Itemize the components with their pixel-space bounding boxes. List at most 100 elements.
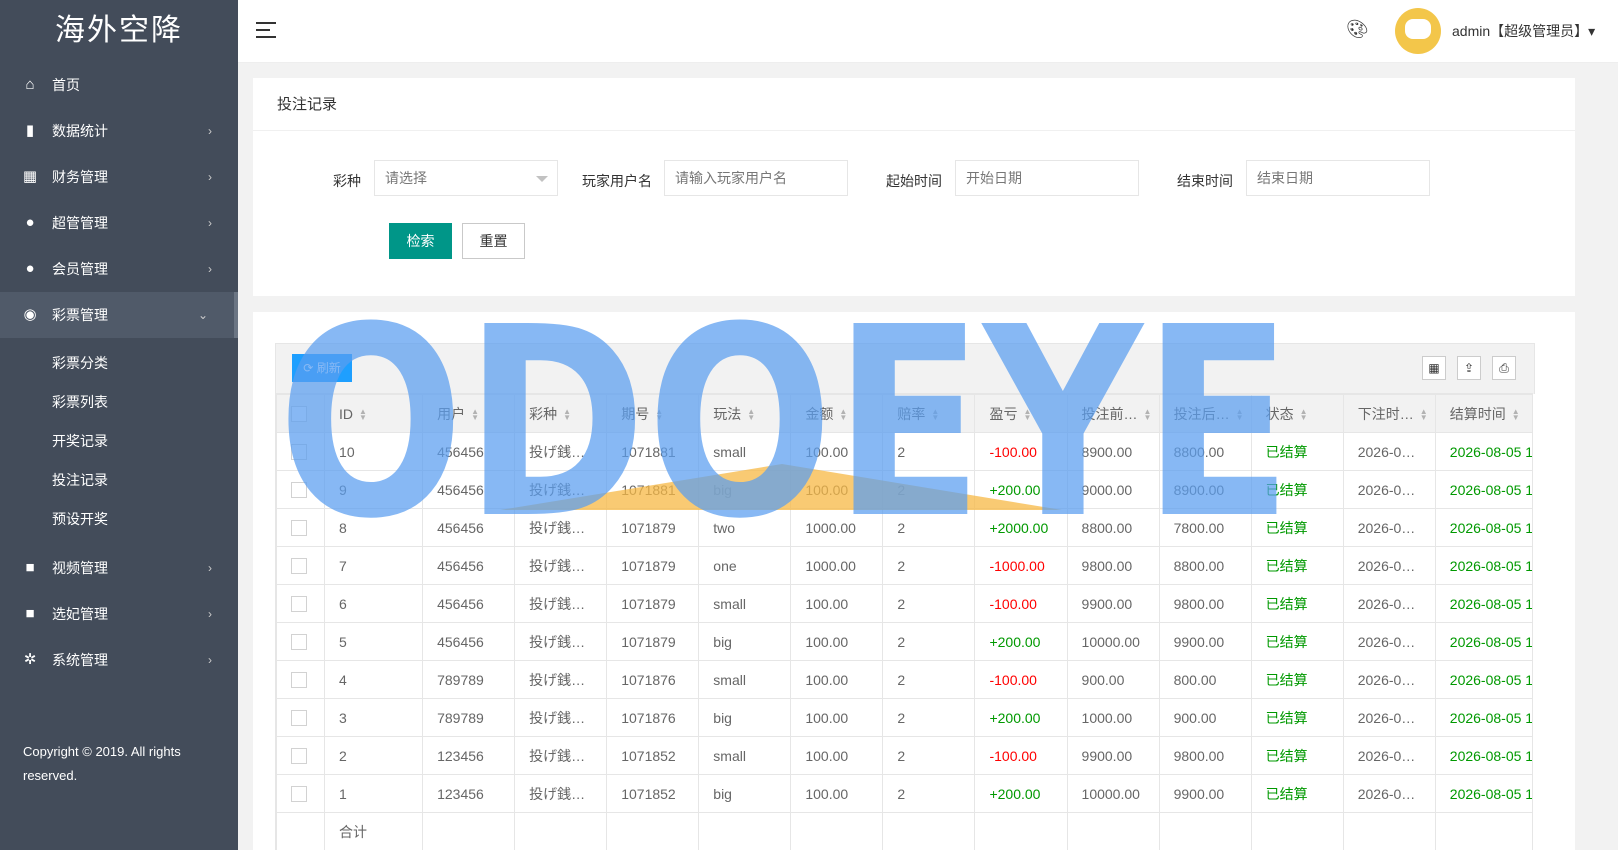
cell-lottery: 投げ銭… — [514, 698, 608, 737]
submenu-item[interactable]: 彩票分类 — [0, 344, 238, 383]
chevron-icon: › — [208, 607, 212, 621]
row-checkbox[interactable] — [276, 508, 326, 547]
table-row[interactable]: 9 456456 投げ銭… 1071881 big 100.00 2 +200.00 9000.… — [276, 470, 1532, 509]
sidebar-item-b0[interactable]: ■ 视频管理 › — [0, 545, 238, 591]
cell-after: 9800.00 — [1158, 736, 1252, 775]
cell-status: 已结算 — [1250, 736, 1344, 775]
column-header[interactable]: 投注前… ▲ ▼ — [1066, 394, 1160, 433]
sidebar: 海外空降 ⌂ 首页 ▮ 数据统计 › ▦ 财务管理 › ● 超管管理 › ● 会员管理 › ◉ 彩票管理 ⌄ 彩… — [0, 0, 238, 850]
columns-icon[interactable]: ▦ — [1422, 356, 1446, 380]
row-checkbox[interactable] — [276, 432, 326, 471]
table-row[interactable]: 3 789789 投げ銭… 1071876 big 100.00 2 +200.00 1000.… — [276, 698, 1532, 737]
column-header[interactable]: 玩法 ▲ ▼ — [698, 394, 792, 433]
submenu-item[interactable]: 彩票列表 — [0, 383, 238, 422]
row-checkbox[interactable] — [276, 546, 326, 585]
lottery-select[interactable]: 请选择 — [374, 160, 558, 196]
column-header-label: 赔率 — [897, 405, 926, 422]
row-checkbox[interactable] — [276, 698, 326, 737]
chevron-icon: › — [208, 124, 212, 138]
select-all-checkbox[interactable] — [276, 394, 326, 433]
sort-icon[interactable]: ▲ ▼ — [931, 407, 939, 421]
cell-amount: 100.00 — [790, 470, 884, 509]
sort-icon[interactable]: ▲ ▼ — [359, 407, 367, 421]
sidebar-item-a4[interactable]: ● 会员管理 › — [0, 246, 238, 292]
column-header[interactable]: 状态 ▲ ▼ — [1250, 394, 1344, 433]
start-date-input[interactable]: 开始日期 — [955, 160, 1139, 196]
column-header[interactable]: 下注时… ▲ ▼ — [1342, 394, 1436, 433]
column-header[interactable]: 彩种 ▲ ▼ — [514, 394, 608, 433]
submenu-item[interactable]: 预设开奖 — [0, 500, 238, 539]
column-header[interactable]: ID ▲ ▼ — [324, 394, 424, 433]
sort-icon[interactable]: ▲ ▼ — [1236, 407, 1244, 421]
column-header[interactable]: 金额 ▲ ▼ — [790, 394, 884, 433]
row-checkbox[interactable] — [276, 660, 326, 699]
cell-after: 9900.00 — [1158, 622, 1252, 661]
submenu-item[interactable]: 投注记录 — [0, 461, 238, 500]
column-header[interactable]: 盈亏 ▲ ▼ — [974, 394, 1068, 433]
row-checkbox[interactable] — [276, 622, 326, 661]
sort-icon[interactable]: ▲ ▼ — [1023, 407, 1031, 421]
cell-before: 8900.00 — [1066, 432, 1160, 471]
lottery-select-value: 请选择 — [385, 170, 427, 186]
sort-icon[interactable]: ▲ ▼ — [471, 407, 479, 421]
cell-play: one — [698, 546, 792, 585]
table-row[interactable]: 6 456456 投げ銭… 1071879 small 100.00 2 -100.00 990… — [276, 584, 1532, 623]
table-row[interactable]: 4 789789 投げ銭… 1071876 small 100.00 2 -100.00 900… — [276, 660, 1532, 699]
user-menu[interactable]: admin【超级管理员】▾ — [1452, 21, 1595, 41]
table-row[interactable]: 1 123456 投げ銭… 1071852 big 100.00 2 +200.00 10000… — [276, 774, 1532, 813]
sidebar-item-a1[interactable]: ▮ 数据统计 › — [0, 108, 238, 154]
cell-amount: 100.00 — [790, 584, 884, 623]
cell-profit: +2000.00 — [974, 508, 1068, 547]
cell-issue: 1071852 — [606, 736, 700, 775]
sidebar-item-a2[interactable]: ▦ 财务管理 › — [0, 154, 238, 200]
table-row[interactable]: 10 456456 投げ銭… 1071881 small 100.00 2 -100.00 89… — [276, 432, 1532, 471]
table-row[interactable]: 2 123456 投げ銭… 1071852 small 100.00 2 -100.00 990… — [276, 736, 1532, 775]
sort-icon[interactable]: ▲ ▼ — [839, 407, 847, 421]
row-checkbox[interactable] — [276, 470, 326, 509]
search-button[interactable]: 检索 — [389, 223, 452, 259]
column-header[interactable]: 用户 ▲ ▼ — [422, 394, 516, 433]
cell-status: 已结算 — [1250, 508, 1344, 547]
search-card: 投注记录 彩种 请选择 玩家用户名 请输入玩家用户名 起始时间 开始日期 结束时… — [253, 78, 1575, 296]
sidebar-item-a3[interactable]: ● 超管管理 › — [0, 200, 238, 246]
column-header[interactable]: 赔率 ▲ ▼ — [882, 394, 976, 433]
refresh-button[interactable]: ⟳ 刷新 — [292, 354, 352, 382]
table-row[interactable]: 7 456456 投げ銭… 1071879 one 1000.00 2 -1000.00 980… — [276, 546, 1532, 585]
table-row[interactable]: 5 456456 投げ銭… 1071879 big 100.00 2 +200.00 10000… — [276, 622, 1532, 661]
sidebar-item-b1[interactable]: ■ 选妃管理 › — [0, 591, 238, 637]
sidebar-item-a0[interactable]: ⌂ 首页 — [0, 62, 238, 108]
submenu-item[interactable]: 开奖记录 — [0, 422, 238, 461]
row-checkbox[interactable] — [276, 774, 326, 813]
print-icon[interactable]: ⎙ — [1492, 356, 1516, 380]
player-input[interactable]: 请输入玩家用户名 — [664, 160, 848, 196]
column-header[interactable]: 期号 ▲ ▼ — [606, 394, 700, 433]
sidebar-item-a5[interactable]: ◉ 彩票管理 ⌄ — [0, 292, 238, 338]
cell-profit: -100.00 — [974, 660, 1068, 699]
table-row[interactable]: 8 456456 投げ銭… 1071879 two 1000.00 2 +2000.00 880… — [276, 508, 1532, 547]
sort-icon[interactable]: ▲ ▼ — [655, 407, 663, 421]
sort-icon[interactable]: ▲ ▼ — [1512, 407, 1520, 421]
end-date-input[interactable]: 结束日期 — [1246, 160, 1430, 196]
reset-button[interactable]: 重置 — [462, 223, 525, 259]
sort-icon[interactable]: ▲ ▼ — [747, 407, 755, 421]
cell-profit: -100.00 — [974, 736, 1068, 775]
cell-id: 1 — [324, 774, 424, 813]
export-icon[interactable]: ⇪ — [1457, 356, 1481, 380]
column-header[interactable]: 投注后… ▲ ▼ — [1158, 394, 1252, 433]
cell-issue: 1071876 — [606, 698, 700, 737]
palette-icon[interactable]: 🎨︎ — [1346, 19, 1369, 40]
sort-icon[interactable]: ▲ ▼ — [1420, 407, 1428, 421]
menu-toggle-icon[interactable] — [256, 22, 276, 43]
cell-issue: 1071879 — [606, 622, 700, 661]
sort-icon[interactable]: ▲ ▼ — [563, 407, 571, 421]
row-checkbox[interactable] — [276, 584, 326, 623]
sidebar-item-b2[interactable]: ✲ 系统管理 › — [0, 637, 238, 683]
row-checkbox[interactable] — [276, 736, 326, 775]
cell-play: small — [698, 584, 792, 623]
sort-icon[interactable]: ▲ ▼ — [1300, 407, 1308, 421]
column-header[interactable]: 结算时间 ▲ ▼ — [1434, 394, 1532, 433]
sort-icon[interactable]: ▲ ▼ — [1144, 407, 1152, 421]
cell-odds: 2 — [882, 774, 976, 813]
cell-status: 已结算 — [1250, 584, 1344, 623]
avatar[interactable] — [1395, 8, 1441, 54]
